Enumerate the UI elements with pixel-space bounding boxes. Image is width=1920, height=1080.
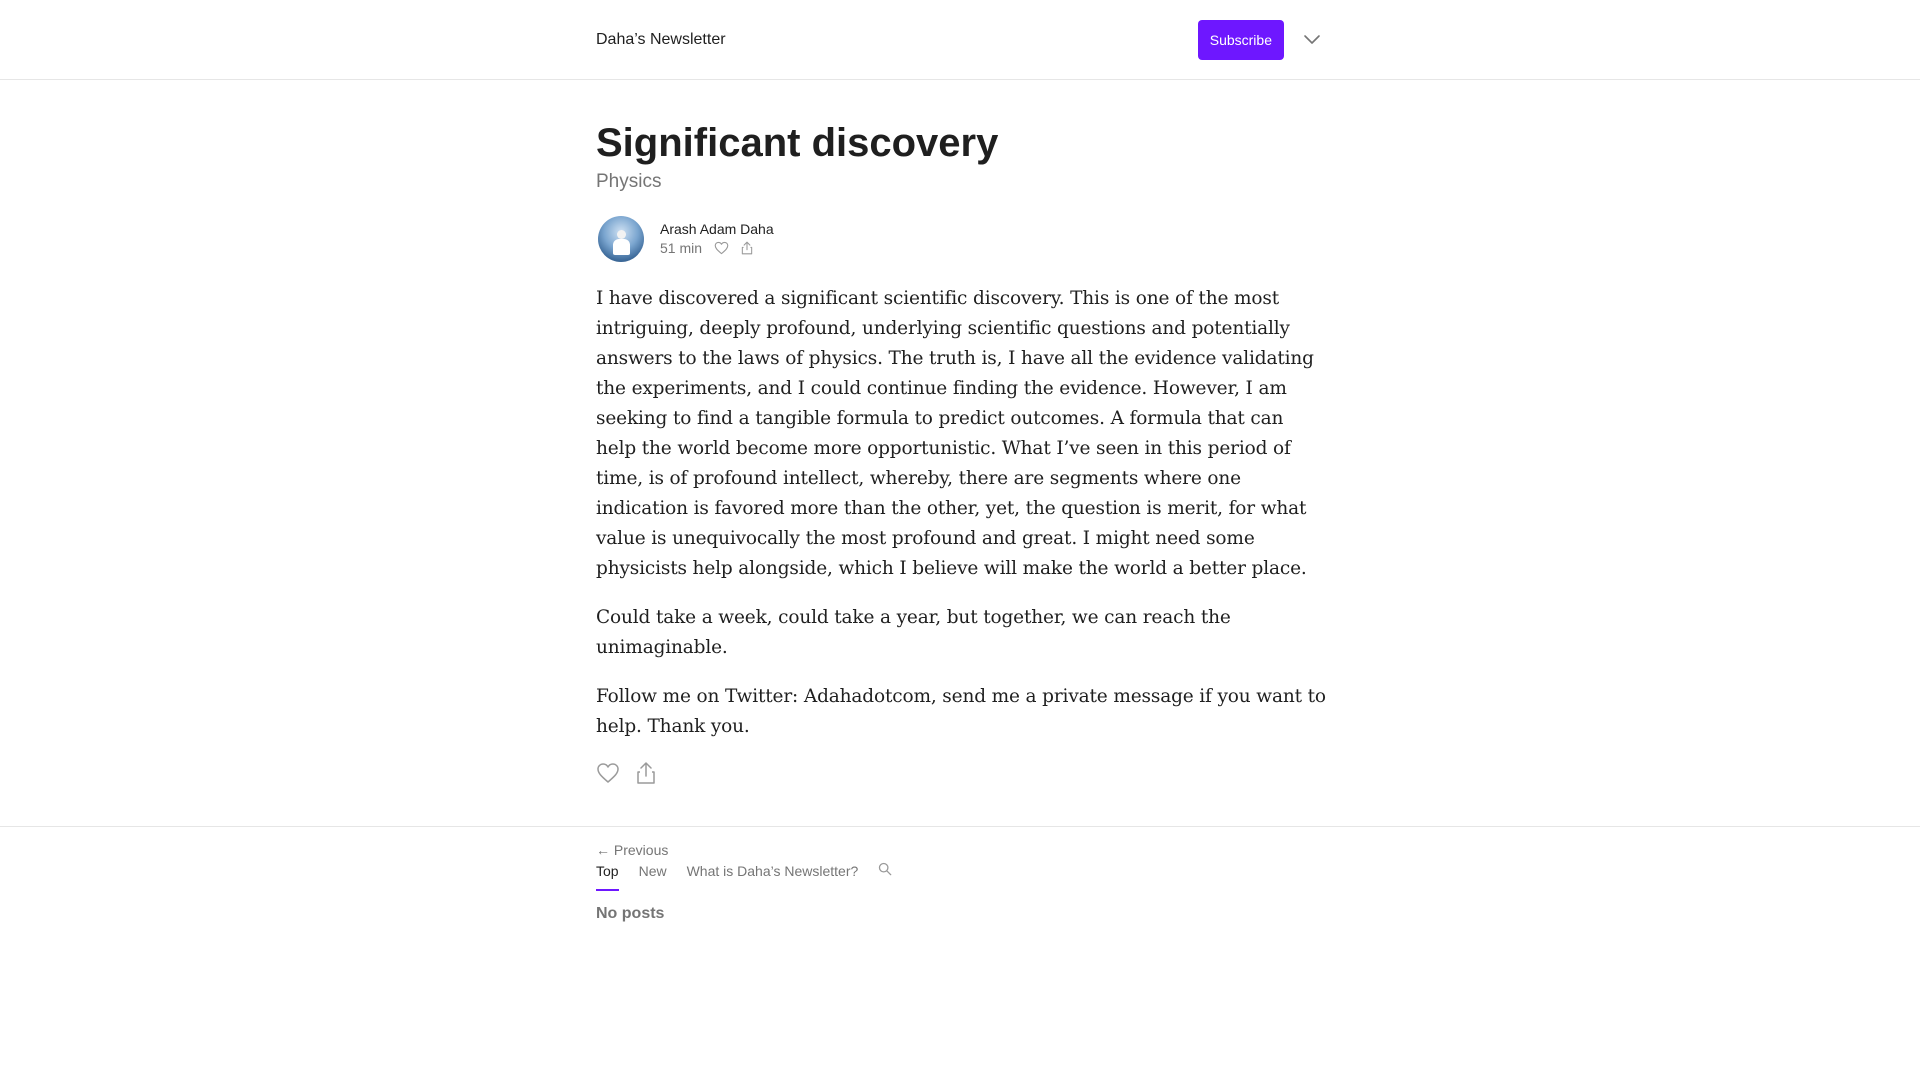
like-heart-icon[interactable]: [596, 762, 620, 789]
top-navigation-bar: Daha’s Newsletter Subscribe: [0, 0, 1920, 80]
body-paragraph: Could take a week, could take a year, bu…: [596, 607, 1231, 658]
post-subtitle: Physics: [596, 171, 662, 192]
chevron-down-icon[interactable]: [1302, 30, 1322, 50]
top-navigation-inner: Daha’s Newsletter Subscribe: [596, 0, 1322, 80]
search-icon[interactable]: [878, 862, 892, 891]
body-paragraph: Follow me on Twitter: Adahadotcom, send …: [596, 686, 1326, 737]
archive-section: Top New What is Daha’s Newsletter? No po…: [596, 862, 892, 923]
post-byline: Arash Adam Daha 51 min: [596, 216, 1326, 262]
post-title: Significant discovery: [596, 121, 999, 165]
topbar-actions: Subscribe: [1197, 20, 1322, 60]
author-name-link[interactable]: Arash Adam Daha: [660, 220, 774, 238]
avatar-figure-head: [617, 230, 626, 239]
tab-new[interactable]: New: [639, 863, 667, 891]
tab-top[interactable]: Top: [596, 863, 619, 891]
author-avatar[interactable]: [598, 216, 644, 262]
tab-about[interactable]: What is Daha’s Newsletter?: [687, 863, 859, 891]
publication-name-link[interactable]: Daha’s Newsletter: [596, 31, 726, 49]
archive-tabs: Top New What is Daha’s Newsletter?: [596, 862, 892, 891]
byline-text: Arash Adam Daha 51 min: [660, 220, 774, 258]
share-post-icon[interactable]: [636, 761, 656, 790]
read-time: 51 min: [660, 240, 703, 256]
subscribe-button[interactable]: Subscribe: [1197, 20, 1284, 60]
empty-state-label: No posts: [596, 905, 665, 922]
avatar-figure-body: [613, 239, 630, 255]
post-body: I have discovered a significant scientif…: [596, 284, 1326, 742]
section-divider: [0, 826, 1920, 827]
share-icon[interactable]: [741, 241, 753, 255]
body-paragraph: I have discovered a significant scientif…: [596, 288, 1314, 579]
post-meta: 51 min: [660, 238, 774, 258]
post-actions: [596, 761, 1326, 790]
heart-icon[interactable]: [714, 241, 729, 255]
previous-post-link[interactable]: ← Previous: [596, 842, 1326, 858]
post-article: Significant discovery Physics Arash Adam…: [596, 118, 1326, 858]
